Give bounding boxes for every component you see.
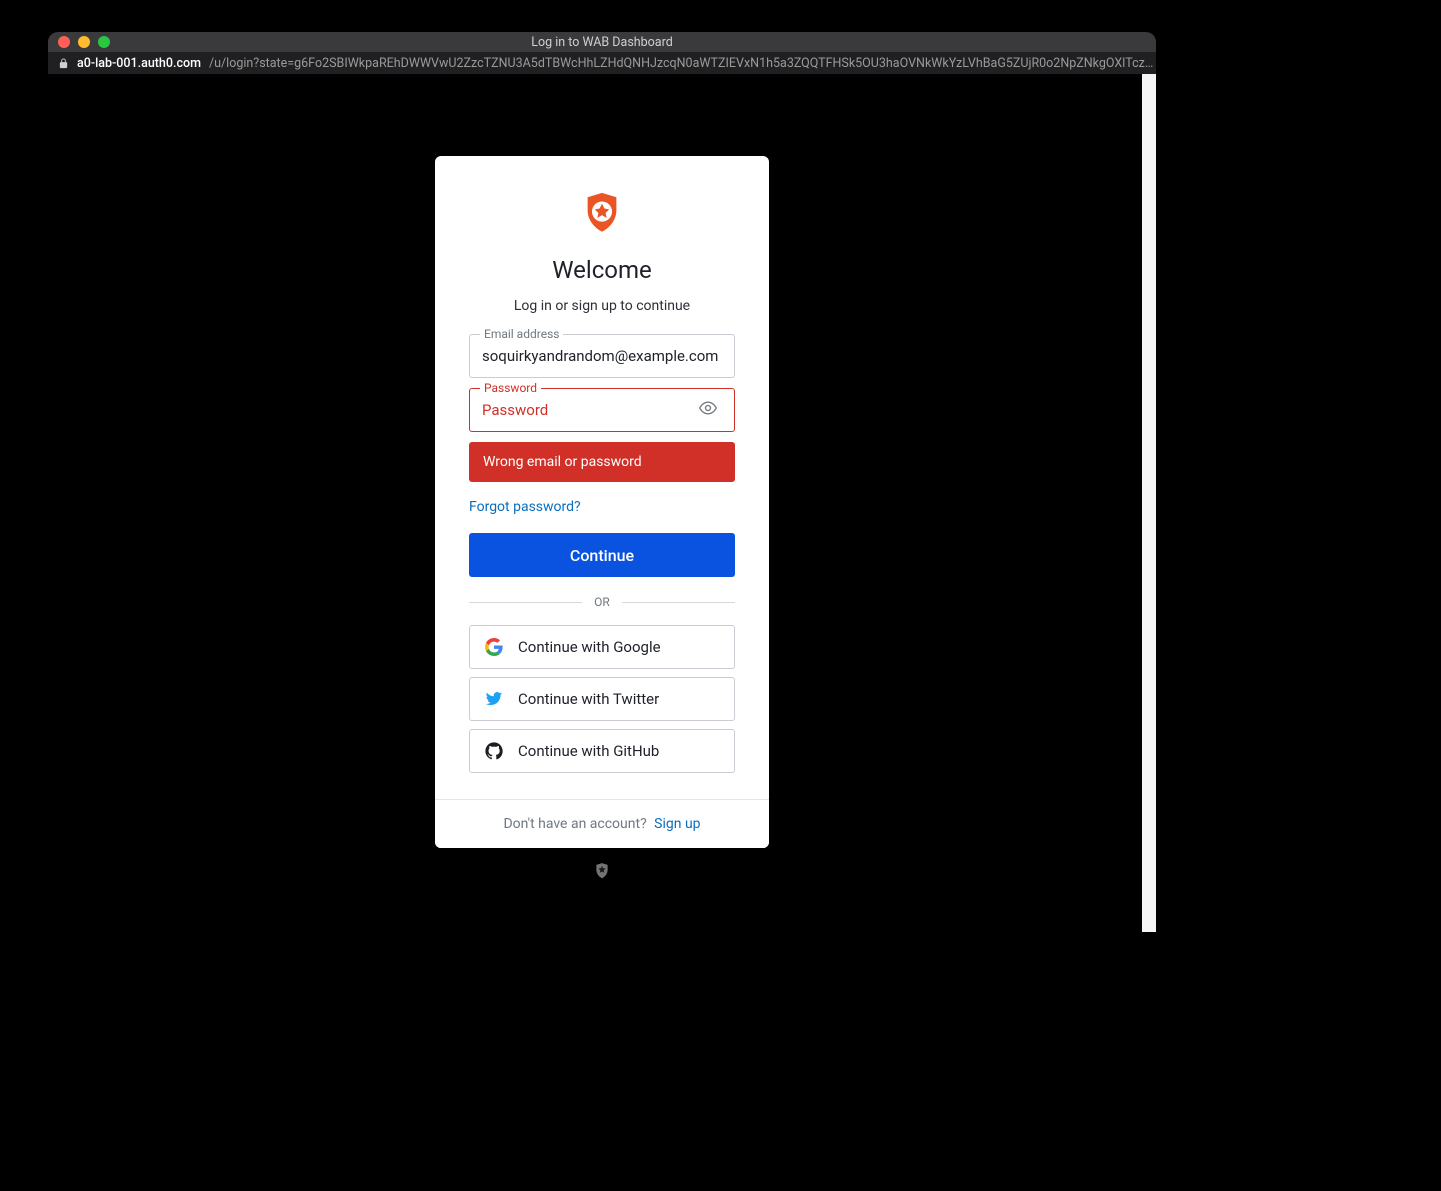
continue-with-twitter-button[interactable]: Continue with Twitter — [469, 677, 735, 721]
forgot-password-link[interactable]: Forgot password? — [469, 499, 581, 515]
url-path: /u/login?state=g6Fo2SBIWkpaREhDWWVwU2Zzc… — [209, 56, 1153, 71]
eye-icon — [698, 407, 718, 422]
signup-prompt: Don't have an account? — [503, 816, 646, 832]
password-input[interactable] — [482, 401, 694, 419]
page-title: Welcome — [469, 256, 735, 284]
auth0-shield-logo-icon — [579, 190, 625, 236]
window-maximize-button[interactable] — [98, 36, 110, 48]
continue-with-github-button[interactable]: Continue with GitHub — [469, 729, 735, 773]
continue-button[interactable]: Continue — [469, 533, 735, 577]
twitter-button-label: Continue with Twitter — [518, 690, 659, 708]
signup-footer: Don't have an account? Sign up — [435, 799, 769, 848]
logo-wrap — [469, 190, 735, 236]
github-button-label: Continue with GitHub — [518, 742, 659, 760]
email-input[interactable] — [482, 347, 722, 365]
lock-icon — [58, 57, 69, 70]
auth0-badge-icon — [593, 862, 611, 880]
password-field-wrapper: Password — [469, 388, 735, 432]
url-host: a0-lab-001.auth0.com — [77, 56, 201, 71]
divider-label: OR — [594, 595, 610, 609]
window-close-button[interactable] — [58, 36, 70, 48]
twitter-icon — [484, 690, 504, 708]
google-icon — [484, 638, 504, 656]
browser-window: Log in to WAB Dashboard a0-lab-001.auth0… — [48, 32, 1156, 932]
show-password-button[interactable] — [694, 394, 722, 426]
signup-link[interactable]: Sign up — [654, 816, 700, 832]
email-label: Email address — [480, 327, 563, 341]
window-title: Log in to WAB Dashboard — [48, 35, 1156, 50]
or-divider: OR — [469, 595, 735, 609]
page-viewport: Welcome Log in or sign up to continue Em… — [48, 74, 1156, 932]
continue-with-google-button[interactable]: Continue with Google — [469, 625, 735, 669]
email-field-wrapper: Email address — [469, 334, 735, 378]
page-subtitle: Log in or sign up to continue — [469, 298, 735, 314]
password-label: Password — [480, 381, 541, 395]
login-card: Welcome Log in or sign up to continue Em… — [435, 156, 769, 848]
window-minimize-button[interactable] — [78, 36, 90, 48]
address-bar[interactable]: a0-lab-001.auth0.com/u/login?state=g6Fo2… — [48, 52, 1156, 74]
error-alert: Wrong email or password — [469, 442, 735, 482]
github-icon — [484, 742, 504, 760]
traffic-lights — [48, 36, 110, 48]
window-titlebar: Log in to WAB Dashboard — [48, 32, 1156, 52]
google-button-label: Continue with Google — [518, 638, 661, 656]
